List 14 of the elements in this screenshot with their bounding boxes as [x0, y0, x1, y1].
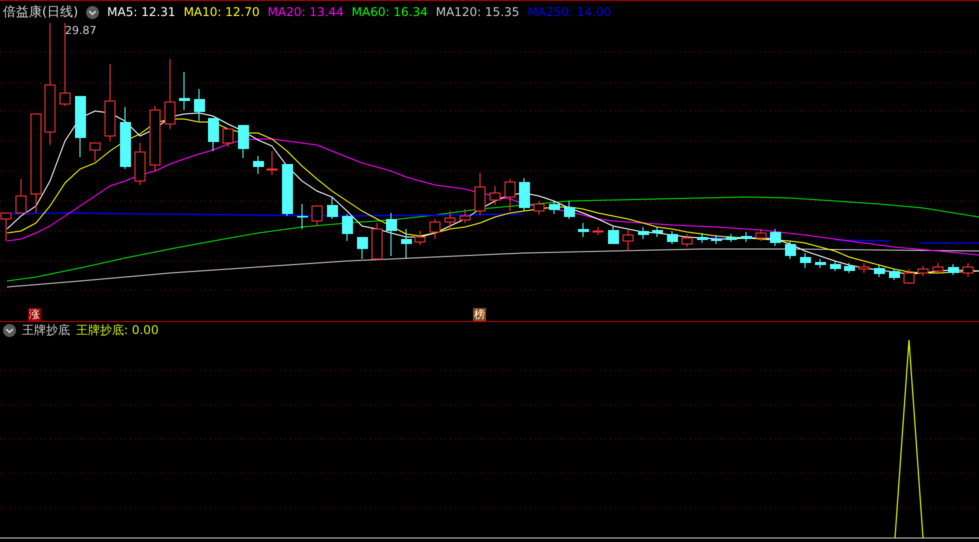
moving-average-value: MA20: 13.44	[268, 5, 344, 19]
moving-average-value: MA120: 15.35	[436, 5, 520, 19]
signal-marker[interactable]: 榜	[473, 308, 486, 321]
indicator-value: 王牌抄底: 0.00	[76, 322, 159, 339]
stock-title: 倍益康(日线)	[3, 4, 78, 21]
moving-average-value: MA250: 14.00	[527, 5, 612, 19]
moving-average-value: MA60: 16.34	[352, 5, 428, 19]
indicator-title: 王牌抄底	[22, 322, 70, 339]
high-price-label: 29.87	[65, 24, 96, 37]
signal-marker[interactable]: 涨	[28, 308, 41, 321]
moving-average-value: MA5: 12.31	[107, 5, 176, 19]
collapse-icon[interactable]	[86, 6, 100, 18]
moving-average-value: MA10: 12.70	[184, 5, 260, 19]
collapse-icon[interactable]	[3, 324, 16, 337]
